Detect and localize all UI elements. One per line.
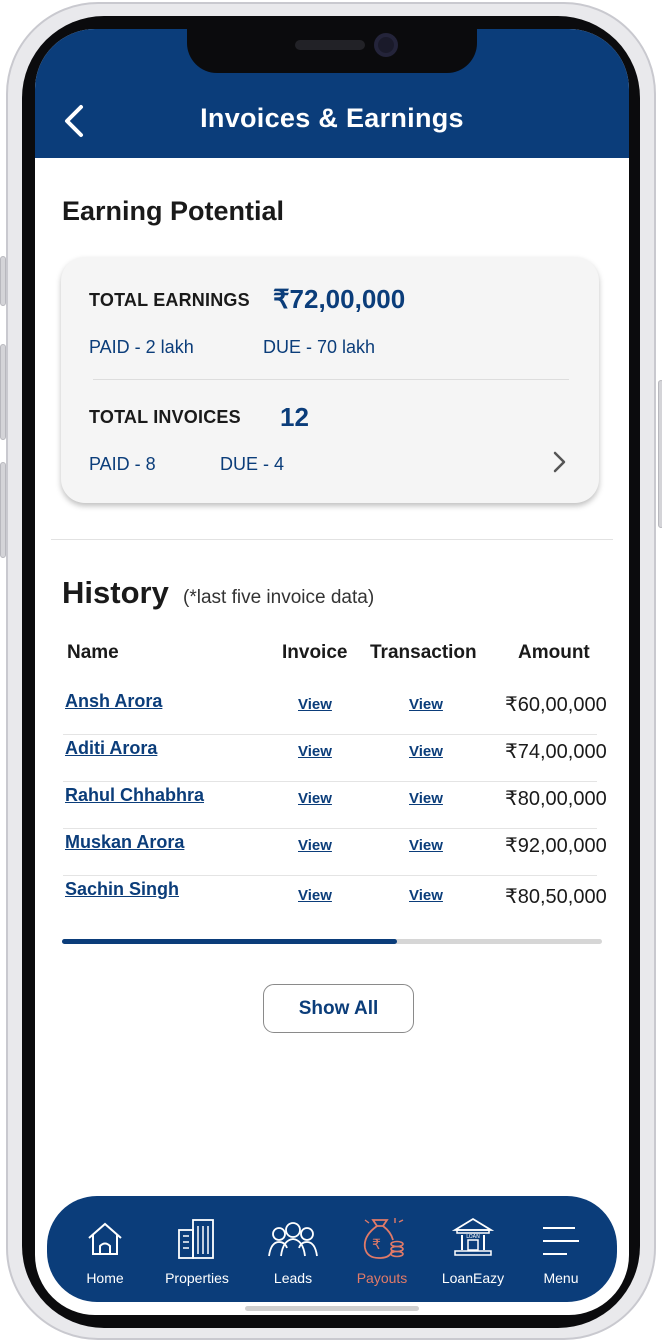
- menu-icon: [543, 1227, 579, 1255]
- transaction-view-link[interactable]: View: [409, 887, 443, 904]
- due-invoices: DUE - 4: [220, 454, 285, 474]
- paid-earnings: PAID - 2 lakh: [89, 337, 194, 357]
- money-bag-icon: ₹: [363, 1218, 404, 1259]
- row-amount: ₹92,00,000: [505, 835, 607, 857]
- screen: Invoices & Earnings Earning Potential TO…: [35, 29, 629, 1315]
- volume-up-button: [0, 344, 6, 440]
- notch: [187, 29, 477, 73]
- nav-item-menu[interactable]: Menu: [531, 1196, 591, 1302]
- table-row: Rahul Chhabhra View View ₹80,00,000: [63, 782, 607, 829]
- nav-item-payouts[interactable]: ₹ Payouts: [347, 1196, 417, 1302]
- total-invoices-label: TOTAL INVOICES: [89, 407, 241, 427]
- row-amount: ₹80,50,000: [505, 886, 607, 908]
- column-header-amount: Amount: [518, 642, 590, 663]
- row-name-link[interactable]: Aditi Arora: [65, 738, 157, 759]
- volume-down-button: [0, 462, 6, 558]
- nav-label-leads: Leads: [273, 1270, 313, 1286]
- due-earnings: DUE - 70 lakh: [263, 337, 376, 357]
- nav-label-payouts: Payouts: [356, 1270, 408, 1286]
- show-all-button[interactable]: Show All: [263, 984, 414, 1033]
- row-name-link[interactable]: Muskan Arora: [65, 832, 184, 853]
- row-amount: ₹60,00,000: [505, 694, 607, 716]
- column-header-invoice: Invoice: [282, 642, 348, 663]
- earning-potential-title: Earning Potential: [62, 196, 285, 226]
- row-amount: ₹74,00,000: [505, 741, 607, 763]
- bank-icon: LOAN: [452, 1217, 494, 1256]
- home-indicator: [245, 1306, 419, 1311]
- earnings-summary-card[interactable]: TOTAL EARNINGS ₹72,00,000 PAID - 2 lakh …: [61, 257, 599, 503]
- invoice-view-link[interactable]: View: [298, 837, 332, 854]
- paid-invoices: PAID - 8: [89, 454, 156, 474]
- page-title: Invoices & Earnings: [200, 103, 464, 133]
- column-header-transaction: Transaction: [370, 642, 477, 663]
- nav-label-loaneazy: LoanEazy: [441, 1270, 505, 1286]
- nav-item-leads[interactable]: Leads: [261, 1196, 325, 1302]
- table-row: Sachin Singh View View ₹80,50,000: [63, 876, 607, 923]
- card-divider: [93, 379, 569, 380]
- horizontal-scrollbar[interactable]: [62, 939, 602, 944]
- nav-label-properties: Properties: [165, 1270, 229, 1286]
- transaction-view-link[interactable]: View: [409, 790, 443, 807]
- total-earnings-value: ₹72,00,000: [273, 284, 406, 314]
- total-earnings-label: TOTAL EARNINGS: [89, 290, 250, 310]
- row-name-link[interactable]: Ansh Arora: [65, 691, 162, 712]
- table-row: Ansh Arora View View ₹60,00,000: [63, 688, 607, 735]
- transaction-view-link[interactable]: View: [409, 743, 443, 760]
- building-icon: [178, 1219, 214, 1259]
- invoice-view-link[interactable]: View: [298, 696, 332, 713]
- row-name-link[interactable]: Rahul Chhabhra: [65, 785, 204, 806]
- transaction-view-link[interactable]: View: [409, 837, 443, 854]
- invoice-view-link[interactable]: View: [298, 743, 332, 760]
- svg-text:₹: ₹: [372, 1237, 381, 1253]
- nav-label-menu: Menu: [543, 1270, 579, 1286]
- history-note: (*last five invoice data): [183, 587, 375, 608]
- power-button: [658, 380, 662, 528]
- camera: [374, 33, 398, 57]
- scrollbar-thumb[interactable]: [62, 939, 397, 944]
- total-invoices-value: 12: [280, 402, 309, 432]
- side-button: [0, 256, 6, 306]
- transaction-view-link[interactable]: View: [409, 696, 443, 713]
- table-row: Aditi Arora View View ₹74,00,000: [63, 735, 607, 782]
- history-title: History: [62, 575, 169, 610]
- section-divider: [51, 539, 613, 540]
- nav-item-loaneazy[interactable]: LOAN LoanEazy: [435, 1196, 511, 1302]
- nav-item-properties[interactable]: Properties: [155, 1196, 239, 1302]
- chevron-right-icon[interactable]: [551, 449, 569, 475]
- invoice-view-link[interactable]: View: [298, 790, 332, 807]
- table-row: Muskan Arora View View ₹92,00,000: [63, 829, 607, 876]
- bottom-nav: Home Properties Leads ₹ Payouts LOAN Loa…: [47, 1196, 617, 1302]
- row-amount: ₹80,00,000: [505, 788, 607, 810]
- column-header-name: Name: [67, 642, 119, 663]
- nav-item-home[interactable]: Home: [75, 1196, 135, 1302]
- home-icon: [88, 1222, 122, 1255]
- invoice-view-link[interactable]: View: [298, 887, 332, 904]
- row-name-link[interactable]: Sachin Singh: [65, 879, 179, 900]
- people-icon: [268, 1222, 318, 1257]
- speaker: [295, 40, 365, 50]
- nav-label-home: Home: [86, 1270, 124, 1286]
- loan-icon-text: LOAN: [466, 1234, 480, 1240]
